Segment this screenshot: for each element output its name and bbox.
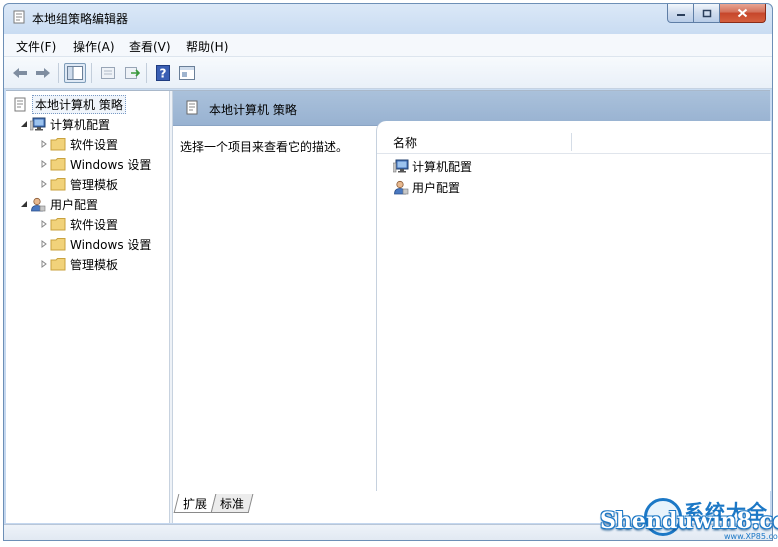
tree-item-software-settings[interactable]: 软件设置 [38,135,118,153]
tree-item-user-software-settings[interactable]: 软件设置 [38,215,118,233]
collapsed-arrow-icon[interactable] [38,180,50,188]
description-text: 选择一个项目来查看它的描述。 [180,140,349,154]
back-button[interactable] [9,63,31,83]
menu-bar: 文件(F) 操作(A) 查看(V) 帮助(H) [4,34,772,57]
watermark-sub: www.XP85.com [724,532,778,541]
policy-document-icon [12,96,28,112]
folder-icon [50,216,66,232]
collapsed-arrow-icon[interactable] [38,220,50,228]
help-icon: ? [156,65,170,81]
computer-icon [30,116,46,132]
maximize-icon [702,9,711,17]
item-list: 名称 计算机配置 用户配置 [376,121,771,491]
help-button[interactable]: ? [152,63,174,83]
forward-arrow-icon [36,68,50,78]
tree-item-label: 用户配置 [50,197,99,212]
tree-item-label: Windows 设置 [70,157,152,172]
close-button[interactable] [720,4,766,23]
folder-icon [50,236,66,252]
column-header-name[interactable]: 名称 [393,134,417,151]
export-list-button[interactable] [121,63,143,83]
tree-item-label: 管理模板 [70,177,119,192]
properties-button[interactable] [97,63,119,83]
properties-icon [101,67,115,79]
app-window: 本地组策略编辑器 文件(F) 操作(A) 查看(V) 帮助(H) ? 本地计算机… [3,3,773,541]
view-button[interactable] [176,63,198,83]
column-header: 名称 [377,131,771,154]
list-item[interactable]: 用户配置 [393,178,460,196]
tab-extended[interactable]: 扩展 [173,494,217,513]
policy-document-icon [185,100,199,118]
console-tree-icon [67,66,83,80]
user-icon [393,179,409,195]
description-area: 选择一个项目来查看它的描述。 [173,126,386,491]
folder-icon [50,256,66,272]
list-item-label: 计算机配置 [412,159,473,174]
details-header-title: 本地计算机 策略 [209,103,297,117]
close-icon [737,8,748,18]
tree-item-label: 本地计算机 策略 [32,94,126,114]
folder-icon [50,156,66,172]
tree-item-label: 计算机配置 [50,117,111,132]
menu-help[interactable]: 帮助(H) [186,38,228,55]
tree-item-user-windows-settings[interactable]: Windows 设置 [38,235,151,253]
folder-icon [50,176,66,192]
back-arrow-icon [13,68,27,78]
list-item[interactable]: 计算机配置 [393,157,472,175]
folder-icon [50,136,66,152]
tree-item-admin-templates[interactable]: 管理模板 [38,175,118,193]
tree-item-user-admin-templates[interactable]: 管理模板 [38,255,118,273]
window-controls [667,4,766,23]
collapsed-arrow-icon[interactable] [38,140,50,148]
policy-editor-icon [12,10,26,24]
tree-item-root[interactable]: 本地计算机 策略 [12,94,126,114]
list-item-label: 用户配置 [412,180,461,195]
watermark-main: Shenduwin8.com [600,508,778,534]
tree-item-label: 软件设置 [70,217,119,232]
menu-action[interactable]: 操作(A) [73,38,115,55]
tree-item-label: Windows 设置 [70,237,152,252]
expanded-arrow-icon[interactable] [18,200,30,208]
column-resize-handle[interactable] [571,133,572,151]
view-pane-icon [179,66,195,80]
show-hide-tree-button[interactable] [64,63,86,83]
minimize-icon [676,14,685,16]
tree-item-windows-settings[interactable]: Windows 设置 [38,155,151,173]
expanded-arrow-icon[interactable] [18,120,30,128]
tree-item-user-config[interactable]: 用户配置 [18,195,98,213]
tab-standard[interactable]: 标准 [210,494,254,513]
menu-view[interactable]: 查看(V) [129,38,171,55]
site-watermark: 系统大全 Shenduwin8.com www.XP85.com [594,496,778,544]
minimize-button[interactable] [667,4,694,23]
menu-file[interactable]: 文件(F) [16,38,56,55]
user-icon [30,196,46,212]
toolbar: ? [4,57,772,89]
title-bar: 本地组策略编辑器 [4,4,772,32]
collapsed-arrow-icon[interactable] [38,260,50,268]
view-tabs: 扩展 标准 [173,494,254,514]
forward-button[interactable] [32,63,54,83]
tree-item-label: 管理模板 [70,257,119,272]
window-title: 本地组策略编辑器 [32,12,129,26]
content-area: 本地计算机 策略 计算机配置 软件设置 Windows 设置 管理模板 用户配置… [6,90,771,523]
details-pane: 本地计算机 策略 选择一个项目来查看它的描述。 名称 计算机配置 用户配置 扩展… [173,91,771,523]
tree-item-computer-config[interactable]: 计算机配置 [18,115,110,133]
export-icon [125,67,140,79]
collapsed-arrow-icon[interactable] [38,240,50,248]
computer-icon [393,158,409,174]
collapsed-arrow-icon[interactable] [38,160,50,168]
tree-item-label: 软件设置 [70,137,119,152]
maximize-button[interactable] [694,4,720,23]
console-tree: 本地计算机 策略 计算机配置 软件设置 Windows 设置 管理模板 用户配置… [6,91,169,523]
svg-text:?: ? [160,67,167,81]
